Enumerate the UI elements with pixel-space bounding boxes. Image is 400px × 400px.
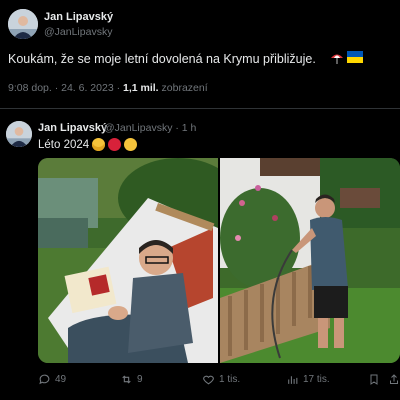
- man-watering-garden-photo[interactable]: [220, 158, 400, 363]
- views-count: 1,1 mil.: [123, 82, 159, 94]
- red-circle-emoji: [108, 138, 122, 151]
- flag-emojis: [330, 51, 363, 65]
- tweet-text: Léto 2024: [38, 138, 138, 151]
- views-count: 17 tis.: [303, 374, 330, 385]
- chart-icon: [288, 376, 298, 384]
- like-count: 1 tis.: [219, 374, 241, 385]
- bookmark-button[interactable]: [368, 373, 380, 386]
- avatar[interactable]: [6, 121, 32, 147]
- ukraine-flag-emoji: [347, 51, 363, 63]
- tweet-meta: 9:08 dop. · 24. 6. 2023 · 1,1 mil. zobra…: [8, 82, 208, 94]
- author-handle[interactable]: @JanLipavsky · 1 h: [104, 122, 196, 134]
- views-button[interactable]: 17 tis.: [286, 373, 330, 386]
- like-button[interactable]: 1 tis.: [202, 373, 240, 386]
- tweet-actions: 49 9 1 tis. 17 tis.: [38, 373, 400, 389]
- man-reading-in-hammock-photo[interactable]: [38, 158, 218, 363]
- grimace-emoji: [124, 138, 138, 151]
- reply-button[interactable]: 49: [38, 373, 66, 386]
- share-button[interactable]: [388, 373, 400, 386]
- heart-icon: [203, 375, 214, 385]
- sunglasses-emoji: [92, 138, 106, 151]
- views-label: zobrazení: [158, 82, 208, 94]
- author-name[interactable]: Jan Lipavský: [38, 122, 107, 134]
- umbrella-beach-emoji: [331, 54, 343, 64]
- reply-count: 49: [55, 374, 67, 385]
- repost-icon: [122, 375, 131, 384]
- tweet-text-content: Léto 2024: [38, 138, 90, 151]
- repost-count: 9: [137, 374, 143, 385]
- media-grid: [38, 158, 400, 363]
- avatar[interactable]: [8, 9, 38, 39]
- tweet-text: Koukám, že se moje letní dovolená na Kry…: [8, 52, 316, 66]
- reply-icon: [39, 374, 50, 385]
- author-handle[interactable]: @JanLipavsky: [44, 26, 112, 38]
- bookmark-icon: [370, 374, 378, 385]
- repost-button[interactable]: 9: [120, 373, 143, 386]
- author-name[interactable]: Jan Lipavský: [44, 11, 113, 23]
- divider: [0, 108, 400, 109]
- share-icon: [390, 374, 398, 384]
- timestamp[interactable]: 9:08 dop. · 24. 6. 2023 ·: [8, 82, 123, 94]
